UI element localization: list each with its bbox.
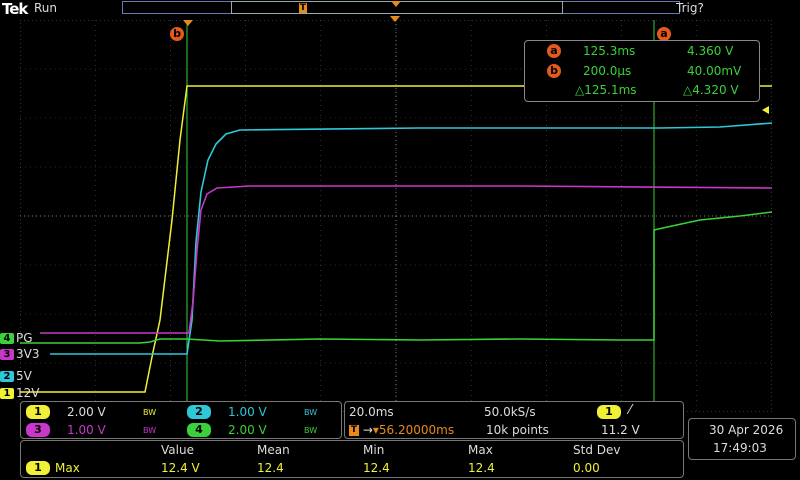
readout-b-icon: b [547, 64, 561, 78]
ch3-waveform [40, 185, 772, 334]
meas-value: 12.4 V [161, 461, 200, 475]
rising-edge-icon: ⁄ [629, 403, 632, 418]
meas-header-min: Min [363, 443, 385, 457]
trigger-delay-readout: T →▾56.20000ms [349, 423, 454, 437]
ch1-waveform [20, 85, 772, 393]
channel-1-number: 1 [0, 387, 14, 399]
ch3-badge[interactable]: 3 [26, 423, 50, 437]
cursor-b-label: b [170, 27, 184, 41]
measurement-panel[interactable]: Value Mean Min Max Std Dev 1 Max 12.4 V … [20, 440, 684, 478]
channel-label-1[interactable]: 1 12V [0, 386, 39, 400]
date: 30 Apr 2026 [709, 423, 784, 437]
channel-label-2[interactable]: 2 5V [0, 369, 32, 383]
acquisition-status: Run [34, 1, 58, 15]
trigger-source-badge[interactable]: 1 [597, 405, 621, 419]
cursor-readout: a 125.3ms 4.360 V b 200.0µs 40.00mV △125… [524, 40, 760, 102]
ch4-badge[interactable]: 4 [187, 423, 211, 437]
time-per-div: 20.0ms [349, 405, 394, 419]
meas-max: 12.4 [468, 461, 495, 475]
channel-2-number: 2 [0, 370, 14, 382]
ch1-scale: 2.00 V [67, 405, 106, 419]
trigger-level-marker[interactable] [762, 106, 769, 114]
ch4-bw-icon: BW [304, 426, 318, 435]
trigger-position-marker: T [299, 3, 307, 13]
channel-3-name: 3V3 [16, 347, 40, 361]
channel-2-name: 5V [16, 369, 32, 383]
meas-mean: 12.4 [257, 461, 284, 475]
horizontal-trigger-panel[interactable]: 20.0ms 50.0kS/s T →▾56.20000ms 10k point… [344, 401, 684, 439]
time: 17:49:03 [713, 441, 767, 455]
cursor-a-label: a [657, 27, 671, 41]
channel-4-name: PG [16, 331, 33, 345]
delay-arrow-icon: → [362, 423, 373, 437]
channel-3-number: 3 [0, 348, 14, 360]
readout-a-icon: a [547, 44, 561, 58]
ch3-scale: 1.00 V [67, 423, 106, 437]
meas-header-stddev: Std Dev [573, 443, 621, 457]
readout-a-time: 125.3ms [583, 44, 636, 58]
cursor-b-marker[interactable]: b [170, 22, 184, 41]
trigger-delay: 56.20000ms [378, 423, 455, 437]
ch3-bw-icon: BW [143, 426, 157, 435]
trigger-t-icon: T [349, 425, 359, 436]
trigger-level: 11.2 V [601, 423, 640, 437]
ch1-bw-icon: BW [143, 408, 157, 417]
cursor-a-marker[interactable]: a [657, 22, 671, 41]
ch2-waveform [50, 122, 772, 355]
readout-b-value: 40.00mV [687, 64, 742, 78]
readout-b-time: 200.0µs [583, 64, 632, 78]
meas-channel-badge: 1 [26, 461, 50, 475]
record-length: 10k points [486, 423, 549, 437]
trigger-status: Trig? [676, 1, 704, 15]
channel-label-4[interactable]: 4 PG [0, 331, 33, 345]
center-time-marker [390, 16, 400, 22]
meas-stddev: 0.00 [573, 461, 600, 475]
meas-header-mean: Mean [257, 443, 290, 457]
vertical-settings-panel[interactable]: 1 2.00 V BW 2 1.00 V BW 3 1.00 V BW 4 2.… [20, 401, 342, 439]
ch1-badge[interactable]: 1 [26, 405, 50, 419]
ch4-scale: 2.00 V [228, 423, 267, 437]
readout-delta-value: △4.320 V [683, 83, 739, 97]
meas-type: Max [55, 461, 80, 475]
record-center-marker [391, 1, 401, 7]
datetime-panel: 30 Apr 2026 17:49:03 [688, 418, 796, 460]
ch2-bw-icon: BW [304, 408, 318, 417]
sample-rate: 50.0kS/s [484, 405, 536, 419]
ch2-badge[interactable]: 2 [187, 405, 211, 419]
meas-min: 12.4 [363, 461, 390, 475]
readout-a-value: 4.360 V [687, 44, 734, 58]
tek-logo: Tek [2, 0, 28, 18]
channel-1-name: 12V [16, 386, 40, 400]
readout-delta-time: △125.1ms [575, 83, 637, 97]
ch2-scale: 1.00 V [228, 405, 267, 419]
trigger-time-marker [183, 20, 193, 26]
channel-label-3[interactable]: 3 3V3 [0, 347, 39, 361]
ch4-waveform [20, 211, 772, 344]
channel-4-number: 4 [0, 332, 14, 344]
meas-header-value: Value [161, 443, 194, 457]
meas-header-max: Max [468, 443, 493, 457]
